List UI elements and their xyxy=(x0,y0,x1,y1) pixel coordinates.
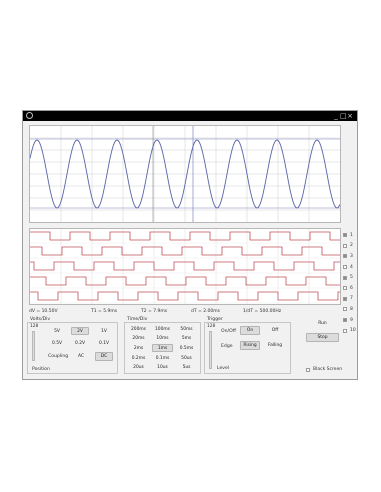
black-screen-toggle[interactable]: Black Screen xyxy=(306,367,342,372)
run-button[interactable]: Run xyxy=(306,319,339,328)
level-label: Level xyxy=(217,366,230,371)
channel-checkbox[interactable] xyxy=(343,328,347,333)
time-div-button-0_2ms[interactable]: 0.2ms xyxy=(128,354,149,362)
oscilloscope-icon xyxy=(26,112,33,119)
time-div-button-10ms[interactable]: 10ms xyxy=(152,335,173,343)
coupling-dc-button[interactable]: DC xyxy=(95,352,113,361)
channel-label: 7 xyxy=(350,296,353,302)
trigger-slider-value: 128 xyxy=(207,324,216,329)
channel-toggle-3[interactable]: 3 xyxy=(343,251,356,262)
volts-5v-button[interactable]: 5V xyxy=(48,327,66,335)
channel-checkbox[interactable] xyxy=(343,296,347,301)
title-bar: _□× xyxy=(23,111,357,121)
time-div-button-10us[interactable]: 10us xyxy=(152,364,173,372)
black-screen-checkbox[interactable] xyxy=(306,367,310,372)
channel-label: 8 xyxy=(350,306,353,312)
t2-readout: T2 = 7.9ms xyxy=(141,309,168,314)
volts-2v-button[interactable]: 2V xyxy=(71,327,89,335)
volts-div-title: Volts/Div xyxy=(30,317,51,322)
time-div-button-200ms[interactable]: 200ms xyxy=(128,325,149,333)
channel-list: 1 2 3 4 5 6 7 8 9 10 xyxy=(343,230,356,336)
channel-checkbox[interactable] xyxy=(343,318,347,323)
oscilloscope-window: _□× 1 2 3 4 5 6 7 8 9 10 dV = 10.50V T1 = 5.9ms T… xyxy=(22,110,358,380)
dt-readout: dT = 2.00ms xyxy=(191,309,220,314)
channel-toggle-10[interactable]: 10 xyxy=(343,325,356,336)
trigger-on-button[interactable]: On xyxy=(240,326,260,335)
channel-toggle-6[interactable]: 6 xyxy=(343,283,356,294)
trigger-rising-button[interactable]: Rising xyxy=(240,341,260,350)
trigger-title: Trigger xyxy=(207,317,223,322)
channel-checkbox[interactable] xyxy=(343,286,347,291)
minimize-button[interactable]: _ xyxy=(333,111,340,121)
stop-button[interactable]: Stop xyxy=(306,333,339,342)
time-div-title: Time/Div xyxy=(127,317,148,322)
time-div-button-5ms[interactable]: 5ms xyxy=(176,335,197,343)
volts-position-slider[interactable] xyxy=(32,331,35,361)
channel-label: 3 xyxy=(350,253,353,259)
analog-waveform-plot xyxy=(30,126,340,222)
trigger-off-button[interactable]: Off xyxy=(265,326,285,335)
channel-checkbox[interactable] xyxy=(343,265,347,270)
channel-checkbox[interactable] xyxy=(343,307,347,312)
channel-toggle-2[interactable]: 2 xyxy=(343,241,356,252)
position-label: Position xyxy=(32,367,50,372)
edge-label: Edge xyxy=(221,344,233,349)
channel-label: 10 xyxy=(350,328,356,334)
time-div-button-1ms[interactable]: 1ms xyxy=(152,344,173,353)
time-div-button-50us[interactable]: 50us xyxy=(176,354,197,362)
channel-toggle-7[interactable]: 7 xyxy=(343,294,356,305)
time-div-button-0_5ms[interactable]: 0.5ms xyxy=(176,344,197,352)
close-button[interactable]: × xyxy=(347,111,354,121)
time-div-button-2ms[interactable]: 2ms xyxy=(128,344,149,352)
t1-readout: T1 = 5.9ms xyxy=(91,309,118,314)
channel-label: 2 xyxy=(350,243,353,249)
trigger-group: Trigger 128 Level On/Off On Off Edge Ris… xyxy=(204,317,291,374)
volts-0.5v-button[interactable]: 0.5V xyxy=(48,339,66,347)
volts-0.2v-button[interactable]: 0.2V xyxy=(71,339,89,347)
volts-div-group: Volts/Div 128 Position 5V 2V 1V 0.5V 0.2… xyxy=(27,317,118,374)
coupling-label: Coupling xyxy=(48,354,69,359)
volts-slider-value: 128 xyxy=(30,324,39,329)
trigger-falling-button[interactable]: Falling xyxy=(265,341,285,350)
dv-readout: dV = 10.50V xyxy=(29,309,58,314)
channel-checkbox[interactable] xyxy=(343,243,347,248)
black-screen-label: Black Screen xyxy=(313,367,343,372)
volts-1v-button[interactable]: 1V xyxy=(95,327,113,335)
digital-logic-display[interactable] xyxy=(29,228,341,305)
channel-toggle-8[interactable]: 8 xyxy=(343,304,356,315)
channel-checkbox[interactable] xyxy=(343,233,347,238)
channel-label: 9 xyxy=(350,317,353,323)
channel-checkbox[interactable] xyxy=(343,275,347,280)
coupling-ac-button[interactable]: AC xyxy=(72,352,90,361)
frequency-readout: 1/dT = 500.00Hz xyxy=(243,309,282,314)
time-div-button-20ms[interactable]: 20ms xyxy=(128,335,149,343)
channel-toggle-4[interactable]: 4 xyxy=(343,262,356,273)
channel-label: 6 xyxy=(350,285,353,291)
time-div-button-50ms[interactable]: 50ms xyxy=(176,325,197,333)
channel-label: 5 xyxy=(350,275,353,281)
trigger-level-slider[interactable] xyxy=(209,331,212,369)
time-div-button-100ms[interactable]: 100ms xyxy=(152,325,173,333)
time-div-button-5us[interactable]: 5us xyxy=(176,364,197,372)
channel-checkbox[interactable] xyxy=(343,254,347,259)
channel-toggle-1[interactable]: 1 xyxy=(343,230,356,241)
channel-toggle-5[interactable]: 5 xyxy=(343,272,356,283)
on-off-label: On/Off xyxy=(221,329,236,334)
channel-label: 4 xyxy=(350,264,353,270)
channel-toggle-9[interactable]: 9 xyxy=(343,315,356,326)
time-div-button-0_1ms[interactable]: 0.1ms xyxy=(152,354,173,362)
time-div-group: Time/Div 200ms 100ms 50ms 20ms 10ms 5ms 2ms 1ms… xyxy=(124,317,201,374)
channel-label: 1 xyxy=(350,232,353,238)
analog-scope-display[interactable] xyxy=(29,125,341,223)
window-controls: _□× xyxy=(333,111,354,121)
volts-0.1v-button[interactable]: 0.1V xyxy=(95,339,113,347)
maximize-button[interactable]: □ xyxy=(340,111,347,121)
digital-waveform-plot xyxy=(30,229,340,304)
time-div-button-20us[interactable]: 20us xyxy=(128,364,149,372)
